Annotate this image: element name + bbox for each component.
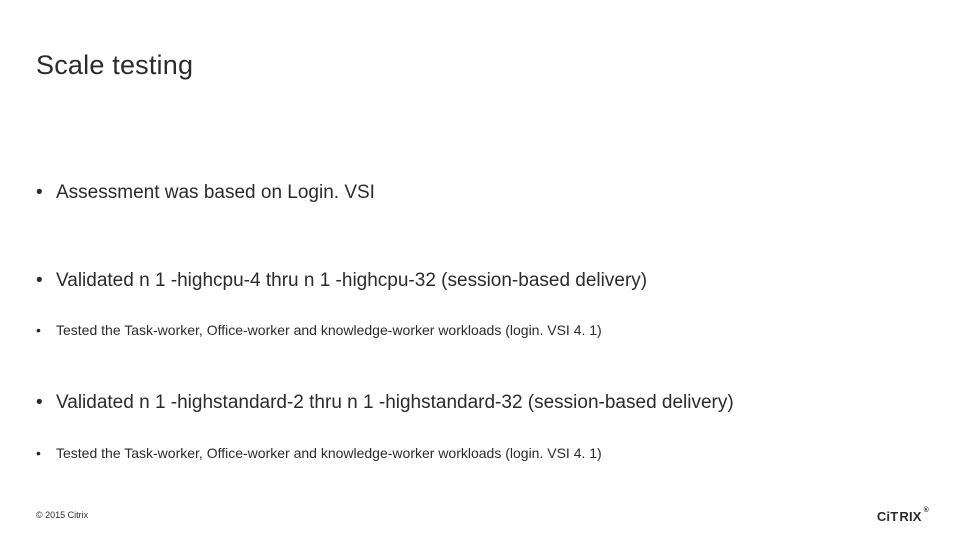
slide: Scale testing Assessment was based on Lo… [0,0,960,540]
bullet-item: Validated n 1 -highcpu-4 thru n 1 -highc… [36,268,920,294]
bullet-list: Assessment was based on Login. VSI Valid… [36,180,920,463]
brand-logo: CiTRIX® [877,508,930,526]
bullet-sub-item: Tested the Task-worker, Office-worker an… [36,321,920,340]
registered-mark: ® [924,507,930,514]
bullet-sub-item: Tested the Task-worker, Office-worker an… [36,444,920,463]
bullet-item: Validated n 1 -highstandard-2 thru n 1 -… [36,390,920,416]
slide-title: Scale testing [36,50,193,81]
copyright-text: © 2015 Citrix [36,510,88,520]
bullet-item: Assessment was based on Login. VSI [36,180,920,206]
citrix-logo-text: CiTRIX® [877,509,930,524]
